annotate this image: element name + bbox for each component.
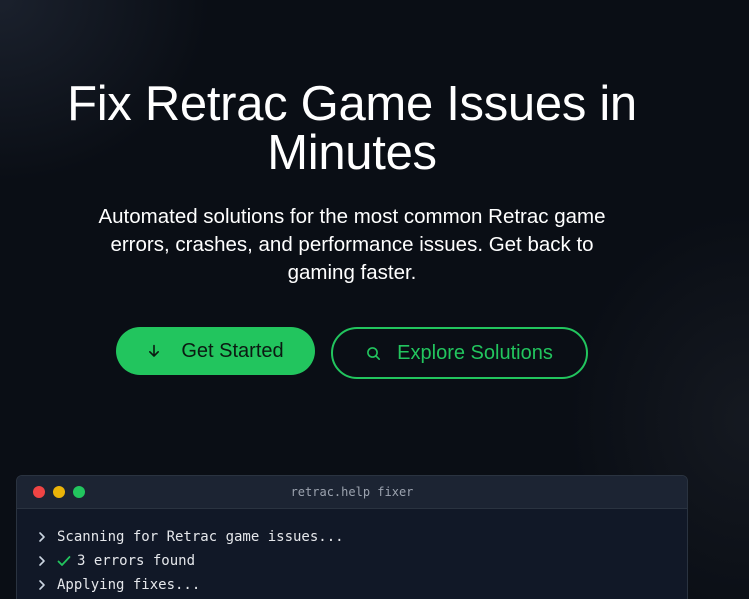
explore-solutions-button[interactable]: Explore Solutions: [331, 327, 588, 379]
terminal-header: retrac.help fixer: [17, 476, 687, 509]
terminal-line: Scanning for Retrac game issues...: [37, 525, 687, 549]
terminal-window: retrac.help fixer Scanning for Retrac ga…: [16, 475, 688, 599]
hero-subtitle-line-2: errors, crashes, and performance issues.…: [110, 233, 594, 256]
arrow-down-icon: [147, 344, 161, 358]
terminal-line: Applying fixes...: [37, 573, 687, 597]
page: Fix Retrac Game Issues in Minutes Automa…: [0, 0, 749, 599]
terminal-body: Scanning for Retrac game issues... 3 err…: [17, 509, 687, 597]
get-started-label: Get Started: [181, 339, 284, 362]
chevron-right-icon: [37, 531, 57, 543]
terminal-line-text: Applying fixes...: [57, 577, 201, 593]
chevron-right-icon: [37, 555, 57, 567]
hero-title-line-1: Fix Retrac Game Issues in: [67, 77, 637, 131]
check-icon: [57, 555, 71, 567]
hero-subtitle-line-3: gaming faster.: [287, 261, 417, 284]
search-icon: [366, 346, 381, 361]
terminal-line: 3 errors found: [37, 549, 687, 573]
chevron-right-icon: [37, 579, 57, 591]
terminal-line-text: 3 errors found: [77, 553, 196, 569]
explore-solutions-label: Explore Solutions: [397, 341, 553, 364]
hero-subtitle: Automated solutions for the most common …: [76, 203, 628, 287]
hero-subtitle-line-1: Automated solutions for the most common …: [98, 205, 606, 228]
terminal-title: retrac.help fixer: [290, 485, 414, 499]
get-started-button[interactable]: Get Started: [116, 327, 315, 375]
terminal-line-text: Scanning for Retrac game issues...: [57, 529, 344, 545]
hero-title: Fix Retrac Game Issues in Minutes: [0, 80, 704, 178]
hero-title-line-2: Minutes: [267, 126, 437, 180]
